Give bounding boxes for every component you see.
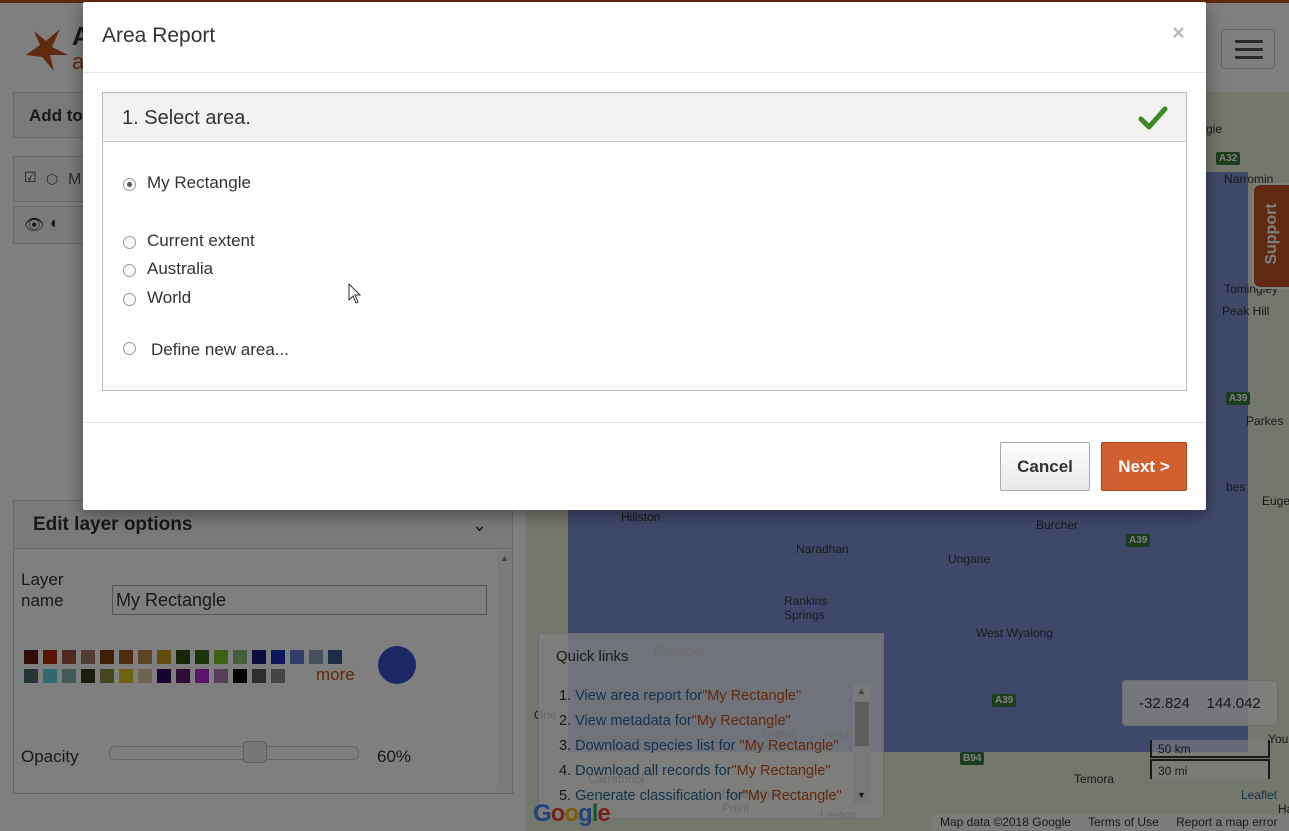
option-current-extent-label[interactable]: Current extent [147, 231, 255, 251]
mouse-cursor-icon [348, 283, 362, 304]
area-report-dialog: Area Report × 1. Select area. My Rectang… [83, 2, 1206, 510]
check-icon [1138, 106, 1168, 130]
step-title: 1. Select area. [122, 107, 251, 129]
radio-australia[interactable] [123, 264, 136, 277]
radio-current-extent[interactable] [123, 236, 136, 249]
divider [83, 422, 1206, 423]
cancel-button[interactable]: Cancel [1000, 442, 1090, 491]
option-world-label[interactable]: World [147, 288, 191, 308]
select-area-step: 1. Select area. My Rectangle Current ext… [102, 92, 1187, 391]
option-define-new-area-label[interactable]: Define new area... [151, 340, 289, 360]
next-button[interactable]: Next > [1101, 442, 1187, 491]
radio-my-rectangle[interactable] [123, 178, 136, 191]
option-my-rectangle-label[interactable]: My Rectangle [147, 173, 251, 193]
divider [83, 72, 1206, 73]
option-australia-label[interactable]: Australia [147, 259, 213, 279]
step-header: 1. Select area. [103, 93, 1186, 142]
dialog-title: Area Report [102, 24, 216, 47]
radio-world[interactable] [123, 293, 136, 306]
close-icon[interactable]: × [1172, 20, 1185, 46]
radio-define-new-area[interactable] [123, 342, 136, 355]
